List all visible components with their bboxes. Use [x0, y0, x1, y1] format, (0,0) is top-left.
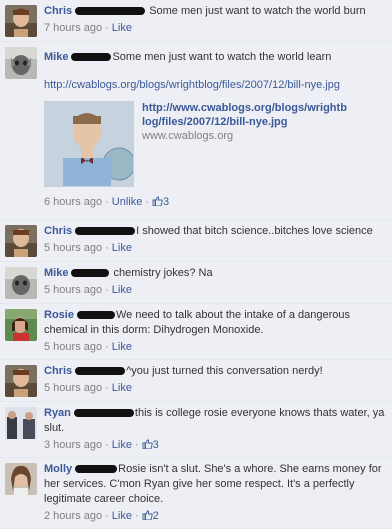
comment-timestamp[interactable]: 6 hours ago	[44, 196, 102, 208]
like-link[interactable]: Like	[112, 22, 132, 34]
avatar[interactable]	[5, 407, 37, 439]
meta-separator: ·	[105, 510, 109, 522]
like-count[interactable]: 3	[142, 439, 159, 451]
redaction-bar	[75, 465, 118, 474]
comment-timestamp[interactable]: 5 hours ago	[44, 284, 102, 296]
comment: Chris Some men just want to watch the wo…	[0, 0, 392, 42]
comment-timestamp[interactable]: 5 hours ago	[44, 341, 102, 353]
redaction-bar	[75, 227, 136, 236]
comment-timestamp[interactable]: 5 hours ago	[44, 382, 102, 394]
like-count-number: 3	[163, 196, 170, 208]
attachment-title[interactable]: http://www.cwablogs.org/blogs/wrightblog…	[142, 101, 347, 129]
comment-author[interactable]: Chris	[44, 225, 72, 237]
redaction-bar	[71, 269, 110, 278]
like-link[interactable]: Like	[112, 242, 132, 254]
comment-author[interactable]: Chris	[44, 5, 72, 17]
comment-author[interactable]: Mike	[44, 267, 68, 279]
comment-author[interactable]: Rosie	[44, 309, 74, 321]
redaction-bar	[75, 7, 146, 16]
comment-timestamp[interactable]: 3 hours ago	[44, 439, 102, 451]
redaction-bar	[71, 53, 112, 62]
like-link[interactable]: Like	[112, 284, 132, 296]
like-count-number: 3	[152, 439, 159, 451]
meta-separator: ·	[105, 284, 109, 296]
comment: Rosie We need to talk about the intake of…	[0, 304, 392, 360]
avatar[interactable]	[5, 5, 37, 37]
thumbs-up-icon	[152, 196, 163, 206]
comment-timestamp[interactable]: 2 hours ago	[44, 510, 102, 522]
comment-text: ^you just turned this conversation nerdy…	[126, 365, 323, 377]
comment-author[interactable]: Mike	[44, 51, 68, 63]
like-count[interactable]: 2	[142, 510, 159, 522]
comment: Molly Rosie isn't a slut. She's a whore. …	[0, 458, 392, 529]
meta-separator: ·	[105, 242, 109, 254]
like-link[interactable]: Like	[112, 341, 132, 353]
comment-text: Some men just want to watch the world le…	[112, 51, 332, 63]
like-count[interactable]: 3	[152, 196, 169, 208]
meta-separator: ·	[105, 439, 109, 451]
avatar[interactable]	[5, 267, 37, 299]
avatar[interactable]	[5, 365, 37, 397]
like-link[interactable]: Like	[112, 439, 132, 451]
comment-text: I showed that bitch science..bitches lov…	[136, 225, 373, 237]
thumbs-up-icon	[142, 510, 153, 520]
thumbs-up-icon	[142, 439, 153, 449]
comment-timestamp[interactable]: 7 hours ago	[44, 22, 102, 34]
meta-separator: ·	[134, 510, 139, 522]
link-attachment: http://www.cwablogs.org/blogs/wrightblog…	[44, 101, 386, 187]
meta-separator: ·	[105, 22, 109, 34]
comment: Ryan this is college rosie everyone knows…	[0, 402, 392, 458]
shared-url[interactable]: http://cwablogs.org/blogs/wrightblog/fil…	[44, 79, 386, 91]
avatar[interactable]	[5, 47, 37, 79]
meta-separator: ·	[105, 382, 109, 394]
avatar[interactable]	[5, 225, 37, 257]
comment-author[interactable]: Molly	[44, 463, 72, 475]
comment: Mike Some men just want to watch the worl…	[0, 42, 392, 220]
comment: Mike chemistry jokes? Na 5 hours ago · Lik…	[0, 262, 392, 304]
redaction-bar	[76, 311, 115, 320]
comment-author[interactable]: Ryan	[44, 407, 71, 419]
meta-separator: ·	[105, 196, 109, 208]
meta-separator: ·	[105, 341, 109, 353]
like-link[interactable]: Like	[112, 382, 132, 394]
unlike-link[interactable]: Unlike	[112, 196, 143, 208]
attachment-thumbnail[interactable]	[44, 101, 134, 187]
attachment-domain: www.cwablogs.org	[142, 130, 234, 142]
like-count-number: 2	[152, 510, 159, 522]
comment-text: chemistry jokes? Na	[113, 267, 213, 279]
comment: Chris ^you just turned this conversation …	[0, 360, 392, 402]
comment-text: Some men just want to watch the world bu…	[149, 5, 366, 17]
comment-timestamp[interactable]: 5 hours ago	[44, 242, 102, 254]
comment-author[interactable]: Chris	[44, 365, 72, 377]
like-link[interactable]: Like	[112, 510, 132, 522]
avatar[interactable]	[5, 463, 37, 495]
comment: Chris I showed that bitch science..bitche…	[0, 220, 392, 262]
comment-feed: Chris Some men just want to watch the wo…	[0, 0, 392, 529]
meta-separator: ·	[134, 439, 139, 451]
redaction-bar	[73, 409, 134, 418]
redaction-bar	[75, 367, 126, 376]
avatar[interactable]	[5, 309, 37, 341]
meta-separator: ·	[145, 196, 150, 208]
